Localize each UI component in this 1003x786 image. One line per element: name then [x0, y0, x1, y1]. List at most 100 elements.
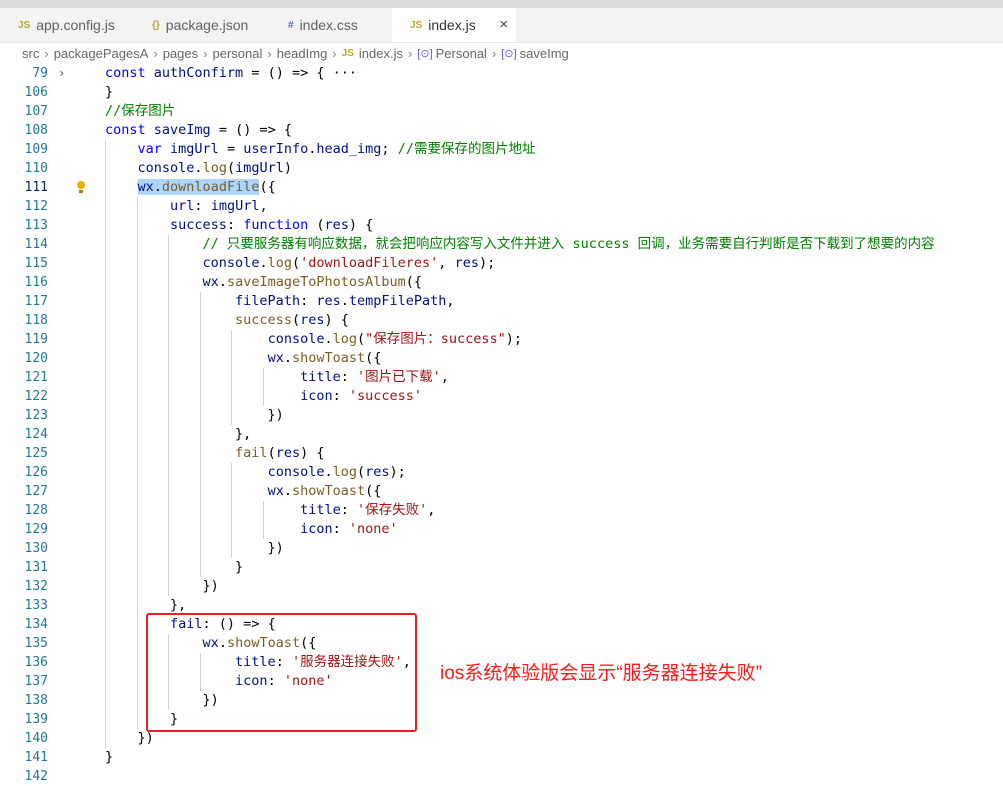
code-line[interactable]: 119 console.log("保存图片：success"); [0, 330, 1003, 349]
lightbulb-icon[interactable] [77, 181, 85, 193]
line-number: 138 [24, 693, 48, 708]
code-line[interactable]: 113 success: function (res) { [0, 216, 1003, 235]
symbol-class-icon: [⊙] [417, 47, 433, 60]
code-line[interactable]: 141} [0, 748, 1003, 767]
line-number: 120 [24, 351, 48, 366]
code-text: //保存图片 [105, 103, 176, 119]
line-number: 125 [24, 446, 48, 461]
code-line[interactable]: 115 console.log('downloadFileres', res); [0, 254, 1003, 273]
js-file-icon: JS [18, 19, 31, 31]
breadcrumb-item[interactable]: index.js [359, 46, 403, 61]
code-text: }) [105, 578, 219, 594]
code-line[interactable]: 110 console.log(imgUrl) [0, 159, 1003, 178]
line-number: 139 [24, 712, 48, 727]
code-text: console.log('downloadFileres', res); [202, 255, 496, 271]
code-text: } [105, 749, 114, 765]
code-text: fail(res) { [235, 445, 325, 461]
code-line[interactable]: 108 const saveImg = () => { [0, 121, 1003, 140]
code-text: }) [105, 407, 284, 423]
code-text: }, [105, 426, 252, 442]
line-number: 134 [24, 617, 48, 632]
code-line[interactable]: 129 icon: 'none' [0, 520, 1003, 539]
code-line[interactable]: 130 }) [0, 539, 1003, 558]
line-number: 107 [24, 104, 48, 119]
code-line[interactable]: 107 //保存图片 [0, 102, 1003, 121]
code-line[interactable]: 124 }, [0, 425, 1003, 444]
code-line[interactable]: 117 filePath: res.tempFilePath, [0, 292, 1003, 311]
breadcrumb: src › packagePagesA › pages › personal › hea… [0, 43, 1003, 63]
line-number: 111 [24, 180, 48, 195]
code-line[interactable]: 123 }) [0, 406, 1003, 425]
tab-app-config-js[interactable]: JS app.config.js [0, 8, 128, 42]
chevron-right-icon: › [153, 45, 158, 61]
tab-index-css[interactable]: # index.css [270, 8, 390, 42]
line-number: 117 [24, 294, 48, 309]
line-number: 106 [24, 85, 48, 100]
code-line[interactable]: 106} [0, 83, 1003, 102]
code-line[interactable]: 79 › const authConfirm = () => { ··· [0, 64, 1003, 83]
line-number: 118 [24, 313, 48, 328]
line-number: 123 [24, 408, 48, 423]
line-number: 128 [24, 503, 48, 518]
code-text: success: function (res) { [170, 217, 374, 233]
line-number: 142 [24, 769, 48, 784]
code-text: wx.showToast({ [267, 350, 382, 366]
line-number: 126 [24, 465, 48, 480]
code-line[interactable]: 118 success(res) { [0, 311, 1003, 330]
tab-index-js[interactable]: JS index.js × [392, 8, 516, 42]
code-text: console.log(imgUrl) [137, 160, 293, 176]
line-number: 119 [24, 332, 48, 347]
code-line[interactable]: 111 wx.downloadFile({ [0, 178, 1003, 197]
code-line[interactable]: 126 console.log(res); [0, 463, 1003, 482]
line-number: 133 [24, 598, 48, 613]
breadcrumb-item[interactable]: pages [163, 46, 198, 61]
code-line[interactable]: 116 wx.saveImageToPhotosAlbum({ [0, 273, 1003, 292]
highlight-box [146, 613, 417, 732]
code-line[interactable]: 127 wx.showToast({ [0, 482, 1003, 501]
code-line[interactable]: 122 icon: 'success' [0, 387, 1003, 406]
breadcrumb-item[interactable]: Personal [436, 46, 487, 61]
close-icon[interactable]: × [499, 16, 508, 33]
line-number: 113 [24, 218, 48, 233]
code-line[interactable]: 132 }) [0, 577, 1003, 596]
tab-package-json[interactable]: {} package.json [134, 8, 264, 42]
chevron-right-icon: › [407, 45, 413, 61]
json-file-icon: {} [152, 19, 160, 31]
code-line[interactable]: 112 url: imgUrl, [0, 197, 1003, 216]
fold-chevron-icon[interactable]: › [58, 64, 65, 83]
code-line[interactable]: 142 [0, 767, 1003, 786]
code-line[interactable]: 114 // 只要服务器有响应数据，就会把响应内容写入文件并进入 success… [0, 235, 1003, 254]
code-line[interactable]: 109 var imgUrl = userInfo.head_img; //需要… [0, 140, 1003, 159]
annotation-text: ios系统体验版会显示“服务器连接失败” [440, 663, 762, 684]
code-text: } [105, 559, 244, 575]
breadcrumb-item[interactable]: personal [212, 46, 262, 61]
code-text: wx.showToast({ [267, 483, 382, 499]
breadcrumb-item[interactable]: saveImg [520, 46, 569, 61]
breadcrumb-item[interactable]: packagePagesA [54, 46, 149, 61]
code-text: // 只要服务器有响应数据，就会把响应内容写入文件并进入 success 回调，… [202, 236, 935, 252]
line-number: 131 [24, 560, 48, 575]
code-text: var imgUrl = userInfo.head_img; //需要保存的图… [137, 141, 536, 157]
js-file-icon: JS [341, 47, 354, 59]
code-text: } [105, 84, 114, 100]
code-text: }) [105, 540, 284, 556]
window-top-strip [0, 0, 1003, 8]
code-line[interactable]: 125 fail(res) { [0, 444, 1003, 463]
tab-label: index.js [428, 17, 476, 33]
line-number: 116 [24, 275, 48, 290]
breadcrumb-item[interactable]: src [22, 46, 39, 61]
code-text: wx.downloadFile({ [137, 179, 276, 195]
code-line[interactable]: 121 title: '图片已下载', [0, 368, 1003, 387]
line-number: 112 [24, 199, 48, 214]
chevron-right-icon: › [267, 45, 272, 61]
breadcrumb-item[interactable]: headImg [277, 46, 328, 61]
line-number: 110 [24, 161, 48, 176]
code-text: wx.saveImageToPhotosAlbum({ [202, 274, 423, 290]
code-line[interactable]: 128 title: '保存失败', [0, 501, 1003, 520]
line-number: 141 [24, 750, 48, 765]
code-line[interactable]: 120 wx.showToast({ [0, 349, 1003, 368]
code-text: const authConfirm = () => { ··· [105, 65, 357, 81]
line-number: 122 [24, 389, 48, 404]
line-number: 121 [24, 370, 48, 385]
code-line[interactable]: 131 } [0, 558, 1003, 577]
